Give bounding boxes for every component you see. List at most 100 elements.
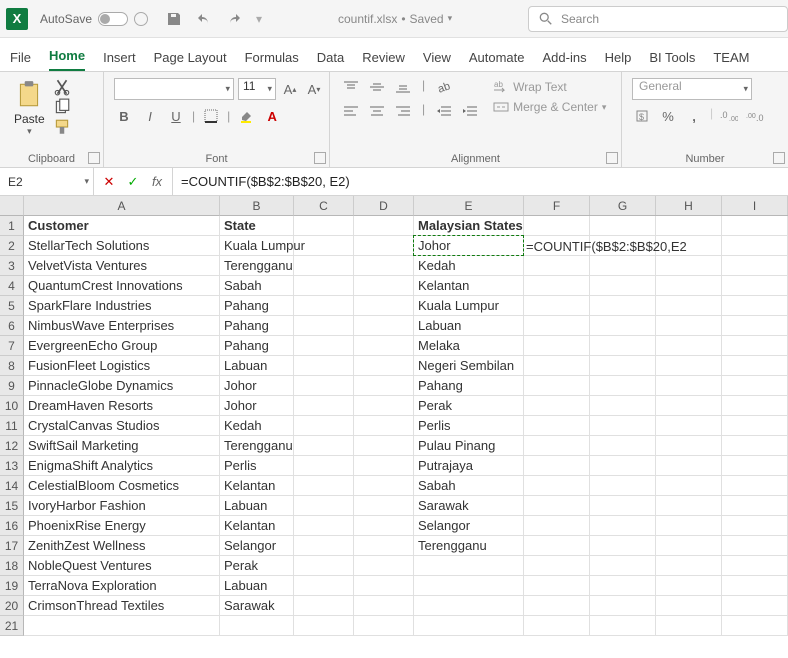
align-top-icon[interactable] bbox=[340, 78, 362, 96]
tab-home[interactable]: Home bbox=[49, 48, 85, 71]
cell-A9[interactable]: PinnacleGlobe Dynamics bbox=[24, 376, 220, 396]
increase-indent-icon[interactable] bbox=[459, 102, 481, 120]
col-header-C[interactable]: C bbox=[294, 196, 354, 216]
tab-team[interactable]: TEAM bbox=[713, 50, 749, 71]
cell-E12[interactable]: Pulau Pinang bbox=[414, 436, 524, 456]
decrease-font-icon[interactable]: A▾ bbox=[304, 79, 324, 99]
wrap-text-button[interactable]: ab Wrap Text bbox=[493, 80, 606, 94]
cell-E9[interactable]: Pahang bbox=[414, 376, 524, 396]
cell-C20[interactable] bbox=[294, 596, 354, 616]
cell-B5[interactable]: Pahang bbox=[220, 296, 294, 316]
cell-C17[interactable] bbox=[294, 536, 354, 556]
cell-B12[interactable]: Terengganu bbox=[220, 436, 294, 456]
row-header-17[interactable]: 17 bbox=[0, 536, 24, 556]
cell-D11[interactable] bbox=[354, 416, 414, 436]
cell-C1[interactable] bbox=[294, 216, 354, 236]
cell-C12[interactable] bbox=[294, 436, 354, 456]
cell-C9[interactable] bbox=[294, 376, 354, 396]
cell-C16[interactable] bbox=[294, 516, 354, 536]
cell-C5[interactable] bbox=[294, 296, 354, 316]
cell-E20[interactable] bbox=[414, 596, 524, 616]
accounting-format-icon[interactable]: $ bbox=[632, 106, 652, 126]
col-header-D[interactable]: D bbox=[354, 196, 414, 216]
cell-E14[interactable]: Sabah bbox=[414, 476, 524, 496]
row-header-6[interactable]: 6 bbox=[0, 316, 24, 336]
cell-A11[interactable]: CrystalCanvas Studios bbox=[24, 416, 220, 436]
format-painter-icon[interactable] bbox=[53, 118, 71, 136]
tab-formulas[interactable]: Formulas bbox=[245, 50, 299, 71]
cell-E3[interactable]: Kedah bbox=[414, 256, 524, 276]
row-header-1[interactable]: 1 bbox=[0, 216, 24, 236]
cell-D1[interactable] bbox=[354, 216, 414, 236]
tab-data[interactable]: Data bbox=[317, 50, 344, 71]
cell-A17[interactable]: ZenithZest Wellness bbox=[24, 536, 220, 556]
cell-D17[interactable] bbox=[354, 536, 414, 556]
bold-button[interactable]: B bbox=[114, 106, 134, 126]
search-input[interactable]: Search bbox=[528, 6, 788, 32]
border-button[interactable] bbox=[201, 106, 221, 126]
cell-C4[interactable] bbox=[294, 276, 354, 296]
font-family-combo[interactable]: ▾ bbox=[114, 78, 234, 100]
cell-A18[interactable]: NobleQuest Ventures bbox=[24, 556, 220, 576]
cell-A21[interactable] bbox=[24, 616, 220, 636]
orientation-icon[interactable]: ab bbox=[433, 78, 455, 96]
cell-D6[interactable] bbox=[354, 316, 414, 336]
copy-icon[interactable] bbox=[53, 98, 71, 116]
italic-button[interactable]: I bbox=[140, 106, 160, 126]
row-header-9[interactable]: 9 bbox=[0, 376, 24, 396]
save-icon[interactable] bbox=[166, 11, 182, 27]
cell-E13[interactable]: Putrajaya bbox=[414, 456, 524, 476]
row-header-15[interactable]: 15 bbox=[0, 496, 24, 516]
cell-D9[interactable] bbox=[354, 376, 414, 396]
formula-input[interactable]: =COUNTIF($B$2:$B$20, E2) bbox=[173, 168, 788, 195]
fill-color-button[interactable] bbox=[236, 106, 256, 126]
cut-icon[interactable] bbox=[53, 78, 71, 96]
cell-B19[interactable]: Labuan bbox=[220, 576, 294, 596]
cell-E1[interactable]: Malaysian States bbox=[414, 216, 524, 236]
cell-C13[interactable] bbox=[294, 456, 354, 476]
row-header-19[interactable]: 19 bbox=[0, 576, 24, 596]
dialog-launcher-icon[interactable] bbox=[88, 152, 100, 164]
align-middle-icon[interactable] bbox=[366, 78, 388, 96]
cell-D15[interactable] bbox=[354, 496, 414, 516]
cell-B16[interactable]: Kelantan bbox=[220, 516, 294, 536]
cell-E19[interactable] bbox=[414, 576, 524, 596]
col-header-A[interactable]: A bbox=[24, 196, 220, 216]
col-header-G[interactable]: G bbox=[590, 196, 656, 215]
cell-D13[interactable] bbox=[354, 456, 414, 476]
cell-E10[interactable]: Perak bbox=[414, 396, 524, 416]
cell-B4[interactable]: Sabah bbox=[220, 276, 294, 296]
cell-D5[interactable] bbox=[354, 296, 414, 316]
tab-review[interactable]: Review bbox=[362, 50, 405, 71]
cell-B20[interactable]: Sarawak bbox=[220, 596, 294, 616]
comma-format-icon[interactable]: , bbox=[684, 106, 704, 126]
cell-C2[interactable] bbox=[294, 236, 354, 256]
chevron-down-icon[interactable]: ▾ bbox=[448, 13, 453, 24]
toggle-off-icon[interactable] bbox=[98, 12, 128, 26]
cell-A10[interactable]: DreamHaven Resorts bbox=[24, 396, 220, 416]
cell-A20[interactable]: CrimsonThread Textiles bbox=[24, 596, 220, 616]
undo-icon[interactable] bbox=[196, 11, 212, 27]
cell-C11[interactable] bbox=[294, 416, 354, 436]
cell-E4[interactable]: Kelantan bbox=[414, 276, 524, 296]
cell-B18[interactable]: Perak bbox=[220, 556, 294, 576]
col-header-E[interactable]: E bbox=[414, 196, 524, 216]
col-header-F[interactable]: F bbox=[524, 196, 590, 215]
increase-font-icon[interactable]: A▴ bbox=[280, 79, 300, 99]
cell-C19[interactable] bbox=[294, 576, 354, 596]
cell-C8[interactable] bbox=[294, 356, 354, 376]
decrease-indent-icon[interactable] bbox=[433, 102, 455, 120]
tab-bi-tools[interactable]: BI Tools bbox=[649, 50, 695, 71]
cell-D18[interactable] bbox=[354, 556, 414, 576]
row-header-14[interactable]: 14 bbox=[0, 476, 24, 496]
paste-button[interactable]: Paste ▾ bbox=[10, 76, 49, 141]
tab-file[interactable]: File bbox=[10, 50, 31, 71]
tab-help[interactable]: Help bbox=[605, 50, 632, 71]
redo-icon[interactable] bbox=[226, 11, 242, 27]
number-format-combo[interactable]: General▾ bbox=[632, 78, 752, 100]
cell-A1[interactable]: Customer bbox=[24, 216, 220, 236]
cell-D3[interactable] bbox=[354, 256, 414, 276]
tab-automate[interactable]: Automate bbox=[469, 50, 525, 71]
cell-A13[interactable]: EnigmaShift Analytics bbox=[24, 456, 220, 476]
row-header-13[interactable]: 13 bbox=[0, 456, 24, 476]
